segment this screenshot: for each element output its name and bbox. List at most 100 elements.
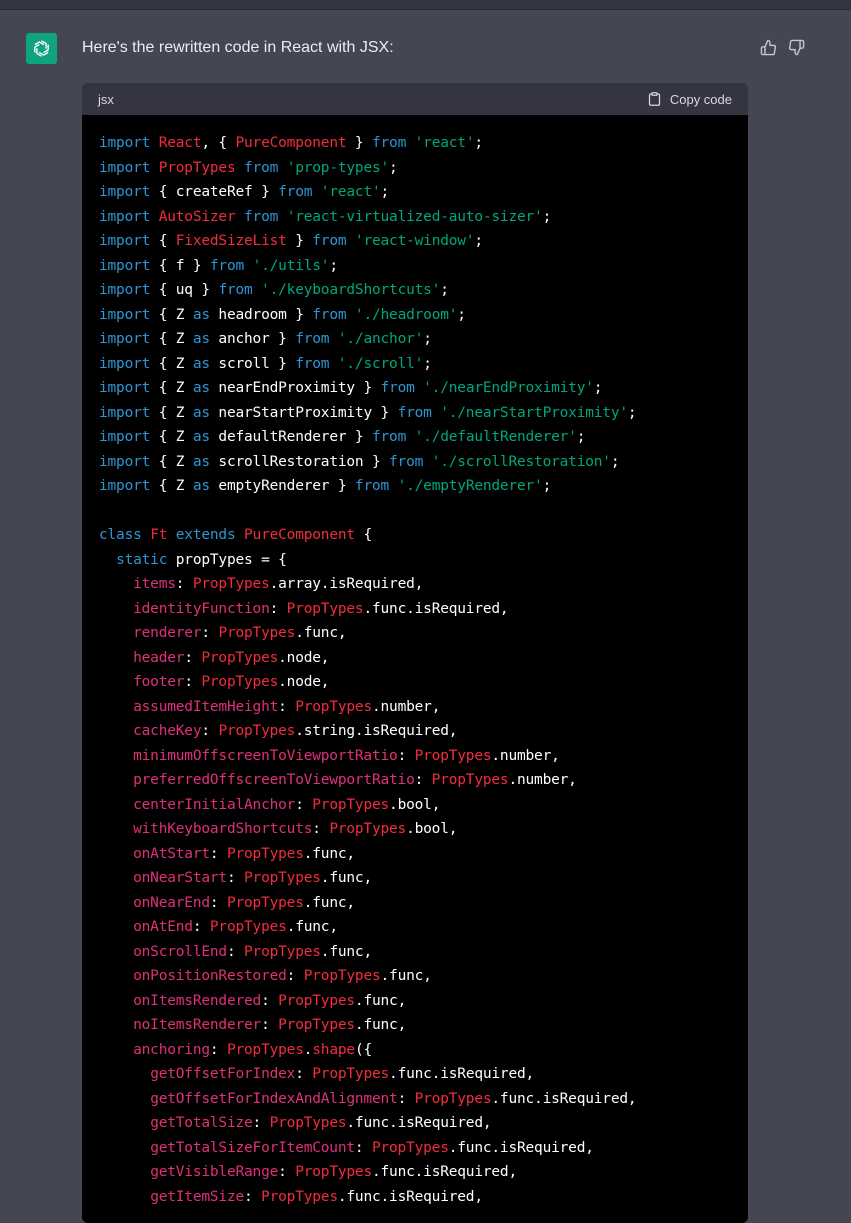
code-token: from — [295, 331, 330, 347]
code-token: class — [99, 527, 142, 543]
thumbs-up-button[interactable] — [758, 37, 778, 57]
code-token: as — [192, 429, 210, 445]
code-line: import { Z as nearStartProximity } from … — [99, 401, 731, 426]
code-line: getOffsetForIndexAndAlignment: PropTypes… — [99, 1087, 731, 1112]
code-token: Ft — [150, 527, 168, 543]
code-token: : — [312, 821, 330, 837]
code-line: onNearStart: PropTypes.func, — [99, 866, 731, 891]
code-token: .func, — [354, 992, 407, 1009]
code-token: : — [192, 919, 210, 935]
code-line: anchoring: PropTypes.shape({ — [99, 1038, 731, 1063]
code-line: getVisibleRange: PropTypes.func.isRequir… — [99, 1160, 731, 1185]
code-token: emptyRenderer } — [209, 478, 355, 494]
code-token: static — [116, 551, 168, 568]
code-line: header: PropTypes.node, — [99, 646, 731, 671]
code-line: import { f } from './utils'; — [99, 254, 731, 279]
code-token: getTotalSizeForItemCount — [150, 1139, 355, 1156]
code-token: './anchor' — [337, 331, 424, 347]
code-token: './scrollRestoration' — [431, 453, 611, 470]
code-token: ; — [380, 184, 390, 200]
code-token: ({ — [354, 1041, 372, 1058]
code-line: import React, { PureComponent } from 're… — [99, 131, 731, 156]
code-token: PropTypes — [278, 992, 355, 1009]
code-token: : — [295, 796, 313, 813]
code-line: import PropTypes from 'prop-types'; — [99, 156, 731, 181]
code-token: : — [184, 674, 202, 690]
code-token: './defaultRenderer' — [414, 429, 577, 445]
code-token: PropTypes — [431, 772, 509, 788]
code-token: assumedItemHeight — [133, 698, 279, 715]
code-token: import — [99, 380, 151, 396]
thumbs-down-icon — [788, 39, 804, 55]
code-token: : — [261, 992, 279, 1009]
code-token: .func, — [303, 894, 355, 911]
code-line: getTotalSizeForItemCount: PropTypes.func… — [99, 1136, 731, 1161]
code-token: { Z — [150, 355, 193, 372]
code-token: shape — [312, 1041, 355, 1058]
code-token: import — [99, 233, 151, 249]
code-line: import { Z as defaultRenderer } from './… — [99, 425, 731, 450]
code-token: getItemSize — [150, 1188, 245, 1205]
code-line: import { FixedSizeList } from 'react-win… — [99, 229, 731, 254]
code-token: footer — [133, 674, 185, 690]
assistant-message-text: Here's the rewritten code in React with … — [82, 39, 394, 56]
code-token: withKeyboardShortcuts — [133, 821, 313, 837]
code-token: PropTypes — [278, 1017, 355, 1033]
code-line: import AutoSizer from 'react-virtualized… — [99, 205, 731, 230]
code-token: PropTypes — [329, 821, 407, 837]
code-token: : — [295, 1066, 313, 1082]
code-token: .array.isRequired, — [269, 576, 424, 592]
code-token: import — [99, 159, 151, 176]
code-token: import — [99, 429, 151, 445]
code-token: ; — [329, 257, 338, 274]
code-token: onNearStart — [133, 870, 227, 886]
code-token: nearStartProximity } — [209, 404, 398, 421]
code-token: import — [99, 404, 151, 421]
code-token: items — [133, 576, 176, 592]
copy-code-button[interactable]: Copy code — [647, 91, 732, 107]
code-token: PropTypes — [295, 698, 372, 715]
code-token: : — [286, 968, 304, 984]
code-token: PropTypes — [261, 1188, 338, 1205]
code-token: .func.isRequired, — [448, 1139, 594, 1156]
code-token: './emptyRenderer' — [397, 478, 543, 494]
code-header: jsx Copy code — [82, 83, 748, 115]
code-token: .func, — [295, 625, 347, 641]
code-token: : — [209, 1041, 227, 1058]
code-token: : — [226, 870, 245, 886]
code-line: footer: PropTypes.node, — [99, 670, 731, 695]
code-token: defaultRenderer } — [209, 429, 372, 445]
code-token: onAtStart — [133, 845, 210, 862]
code-token: AutoSizer — [158, 208, 236, 225]
thumbs-down-button[interactable] — [786, 37, 806, 57]
code-token: as — [192, 478, 210, 494]
code-token: : — [201, 723, 219, 739]
code-token: nearEndProximity } — [209, 380, 381, 396]
code-line: getTotalSize: PropTypes.func.isRequired, — [99, 1111, 731, 1136]
code-token: PropTypes — [244, 870, 321, 886]
code-token: .number, — [491, 747, 560, 764]
code-token: PropTypes — [201, 674, 279, 690]
code-token: from — [218, 282, 253, 298]
code-line: centerInitialAnchor: PropTypes.bool, — [99, 793, 731, 818]
code-token: PropTypes — [371, 1139, 449, 1156]
code-token: ; — [627, 404, 637, 421]
code-token: PropTypes — [226, 845, 304, 862]
code-line: assumedItemHeight: PropTypes.number, — [99, 695, 731, 720]
